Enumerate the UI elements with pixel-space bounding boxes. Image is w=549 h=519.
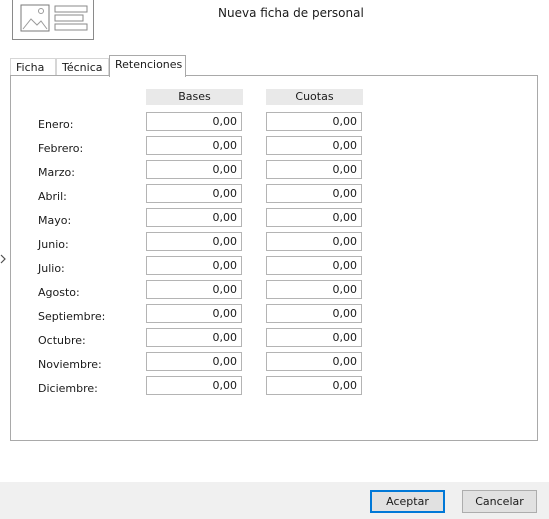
bases-field-mayo[interactable]: 0,00 — [146, 208, 242, 227]
cuotas-field-septiembre[interactable]: 0,00 — [266, 304, 362, 323]
bases-field-noviembre[interactable]: 0,00 — [146, 352, 242, 371]
bases-field-septiembre[interactable]: 0,00 — [146, 304, 242, 323]
month-label-junio: Junio: — [38, 238, 69, 251]
bases-field-agosto[interactable]: 0,00 — [146, 280, 242, 299]
month-label-noviembre: Noviembre: — [38, 358, 102, 371]
cuotas-field-noviembre[interactable]: 0,00 — [266, 352, 362, 371]
bases-field-diciembre[interactable]: 0,00 — [146, 376, 242, 395]
month-label-marzo: Marzo: — [38, 166, 75, 179]
cuotas-field-agosto[interactable]: 0,00 — [266, 280, 362, 299]
bases-field-marzo[interactable]: 0,00 — [146, 160, 242, 179]
month-label-enero: Enero: — [38, 118, 74, 131]
accept-button[interactable]: Aceptar — [370, 490, 445, 513]
cuotas-field-diciembre[interactable]: 0,00 — [266, 376, 362, 395]
retenciones-panel: Bases Cuotas Enero: 0,00 0,00 Febrero: 0… — [10, 75, 538, 441]
month-label-octubre: Octubre: — [38, 334, 86, 347]
cuotas-field-febrero[interactable]: 0,00 — [266, 136, 362, 155]
month-label-febrero: Febrero: — [38, 142, 84, 155]
bases-column-header: Bases — [146, 89, 243, 105]
dialog-title: Nueva ficha de personal — [218, 6, 364, 20]
cuotas-field-julio[interactable]: 0,00 — [266, 256, 362, 275]
bases-field-junio[interactable]: 0,00 — [146, 232, 242, 251]
bases-field-abril[interactable]: 0,00 — [146, 184, 242, 203]
bases-field-octubre[interactable]: 0,00 — [146, 328, 242, 347]
dialog-footer: Aceptar Cancelar — [0, 482, 549, 519]
tab-retenciones[interactable]: Retenciones — [109, 55, 186, 77]
cuotas-field-abril[interactable]: 0,00 — [266, 184, 362, 203]
cuotas-field-marzo[interactable]: 0,00 — [266, 160, 362, 179]
month-label-diciembre: Diciembre: — [38, 382, 98, 395]
tab-tecnica[interactable]: Técnica — [56, 58, 109, 76]
bases-field-julio[interactable]: 0,00 — [146, 256, 242, 275]
cancel-button[interactable]: Cancelar — [462, 490, 537, 513]
cuotas-field-mayo[interactable]: 0,00 — [266, 208, 362, 227]
tab-ficha[interactable]: Ficha — [10, 58, 56, 76]
month-label-julio: Julio: — [38, 262, 65, 275]
cuotas-column-header: Cuotas — [266, 89, 363, 105]
bases-field-enero[interactable]: 0,00 — [146, 112, 242, 131]
month-label-abril: Abril: — [38, 190, 67, 203]
month-label-agosto: Agosto: — [38, 286, 80, 299]
id-card-icon — [12, 0, 94, 40]
month-label-mayo: Mayo: — [38, 214, 72, 227]
cuotas-field-junio[interactable]: 0,00 — [266, 232, 362, 251]
month-label-septiembre: Septiembre: — [38, 310, 106, 323]
cuotas-field-octubre[interactable]: 0,00 — [266, 328, 362, 347]
chevron-right-icon[interactable] — [0, 254, 6, 264]
bases-field-febrero[interactable]: 0,00 — [146, 136, 242, 155]
cuotas-field-enero[interactable]: 0,00 — [266, 112, 362, 131]
